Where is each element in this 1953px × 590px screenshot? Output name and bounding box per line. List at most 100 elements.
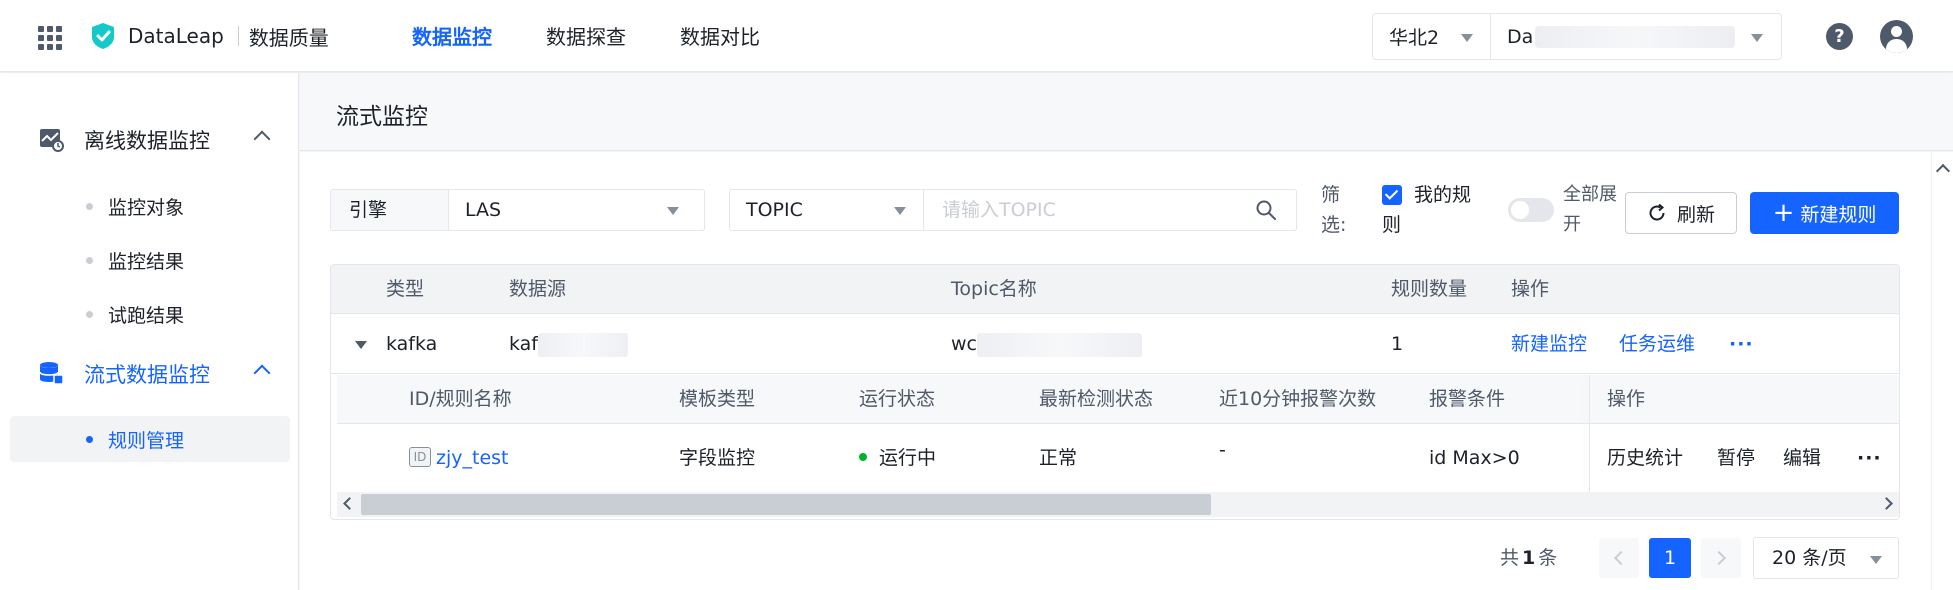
my-rules-checkbox[interactable] xyxy=(1382,185,1402,205)
sidebar-item-monitor-results[interactable]: 监控结果 xyxy=(10,237,290,283)
next-page-button[interactable] xyxy=(1701,538,1741,578)
col-run-status: 运行状态 xyxy=(859,388,936,410)
row-expand-icon[interactable] xyxy=(355,341,367,349)
refresh-icon xyxy=(1649,203,1665,221)
sidebar-group-label: 流式数据监控 xyxy=(84,363,210,387)
sidebar-group-stream[interactable]: 流式数据监控 xyxy=(0,353,299,393)
id-badge-icon: ID xyxy=(409,447,431,467)
col-type: 类型 xyxy=(386,278,425,300)
collapse-chevron-icon[interactable] xyxy=(253,364,271,382)
col-rule-name: ID/规则名称 xyxy=(409,388,512,410)
brand: DataLeap 数据质量 xyxy=(128,22,329,50)
total-value: 1 xyxy=(1522,547,1536,569)
refresh-button[interactable]: 刷新 xyxy=(1625,192,1737,234)
page-size-value: 20 条/页 xyxy=(1772,547,1847,569)
topic-type-value: TOPIC xyxy=(746,199,803,221)
page-size-caret-icon xyxy=(1870,556,1882,564)
scroll-up-icon[interactable] xyxy=(1935,163,1951,179)
new-monitor-link[interactable]: 新建监控 xyxy=(1511,314,1587,374)
topic-redacted xyxy=(977,332,1142,357)
row-rule-count: 1 xyxy=(1391,333,1404,355)
top-nav: 数据监控 数据探查 数据对比 xyxy=(412,0,814,72)
project-name-redacted xyxy=(1535,25,1736,48)
dataleap-logo-icon xyxy=(92,23,114,49)
prev-page-button[interactable] xyxy=(1599,538,1639,578)
sidebar-group-label: 离线数据监控 xyxy=(84,129,210,153)
task-ops-link[interactable]: 任务运维 xyxy=(1619,314,1695,374)
project-caret-icon xyxy=(1751,34,1763,42)
help-icon[interactable]: ? xyxy=(1826,23,1853,50)
search-icon[interactable] xyxy=(1256,200,1276,220)
topic-search-group: TOPIC xyxy=(729,189,1297,231)
rule-name-link[interactable]: zjy_test xyxy=(436,447,508,469)
engine-label: 引擎 xyxy=(331,190,449,230)
col-topic: Topic名称 xyxy=(951,278,1037,300)
app-grid-icon[interactable] xyxy=(38,26,62,50)
scrollbar-thumb[interactable] xyxy=(361,494,1211,515)
plus-icon: + xyxy=(1772,198,1795,228)
current-page-button[interactable]: 1 xyxy=(1649,538,1691,578)
sidebar-item-label: 监控结果 xyxy=(108,250,185,273)
vertical-scrollbar[interactable] xyxy=(1931,152,1953,590)
collapse-chevron-icon[interactable] xyxy=(253,130,271,148)
col-template: 模板类型 xyxy=(679,388,756,410)
topic-prefix: wc xyxy=(951,333,977,355)
horizontal-scrollbar[interactable] xyxy=(337,492,1899,517)
sidebar-item-trial-results[interactable]: 试跑结果 xyxy=(10,291,290,337)
nav-data-explore[interactable]: 数据探查 xyxy=(546,0,626,72)
user-avatar[interactable] xyxy=(1880,20,1913,53)
new-rule-label: 新建规则 xyxy=(1800,203,1877,226)
rule-name-cell: ID zjy_test xyxy=(409,424,508,492)
row-type: kafka xyxy=(386,333,438,355)
nav-data-compare[interactable]: 数据对比 xyxy=(680,0,760,72)
topic-search-input[interactable] xyxy=(924,190,1296,230)
project-value: Da xyxy=(1507,25,1534,48)
rule-condition: id Max>0 xyxy=(1429,447,1520,469)
page-title-bar: 流式监控 xyxy=(300,73,1953,151)
pause-link[interactable]: 暂停 xyxy=(1717,424,1755,492)
col-rule-count: 规则数量 xyxy=(1391,278,1468,300)
top-header: DataLeap 数据质量 数据监控 数据探查 数据对比 华北2 Da ? xyxy=(0,0,1953,72)
region-select[interactable]: 华北2 xyxy=(1373,14,1491,59)
rule-check-status[interactable]: 正常 xyxy=(1039,424,1077,492)
bullet-icon xyxy=(86,203,93,210)
engine-select[interactable]: LAS xyxy=(449,190,704,230)
offline-monitor-icon xyxy=(40,129,64,152)
rule-row: ID zjy_test 字段监控 运行中 正常 - id Max>0 历史统计 暂… xyxy=(337,424,1899,492)
brand-name: DataLeap xyxy=(128,24,224,48)
col-actions: 操作 xyxy=(1511,278,1550,300)
expand-all-label: 全部展开 xyxy=(1563,184,1617,235)
sidebar-group-offline[interactable]: 离线数据监控 xyxy=(0,119,299,159)
project-select[interactable]: Da xyxy=(1491,14,1781,59)
sidebar-item-rule-management[interactable]: 规则管理 xyxy=(10,416,290,462)
scroll-right-icon[interactable] xyxy=(1880,497,1893,510)
expand-all-switch[interactable] xyxy=(1508,198,1554,222)
new-rule-button[interactable]: + 新建规则 xyxy=(1750,192,1899,234)
col-source: 数据源 xyxy=(509,278,567,300)
engine-caret-icon xyxy=(667,207,679,215)
col-check-status: 最新检测状态 xyxy=(1039,388,1154,410)
source-redacted xyxy=(538,332,629,357)
page-title: 流式监控 xyxy=(336,104,428,130)
engine-select-group: 引擎 LAS xyxy=(330,189,705,231)
col-alarm-count: 近10分钟报警次数 xyxy=(1219,388,1377,410)
edit-link[interactable]: 编辑 xyxy=(1783,424,1821,492)
topic-type-caret-icon xyxy=(894,207,906,215)
col-rule-actions: 操作 xyxy=(1607,388,1646,410)
nav-data-monitor[interactable]: 数据监控 xyxy=(412,0,492,72)
brand-divider xyxy=(237,26,239,46)
rules-subtable: ID/规则名称 模板类型 运行状态 最新检测状态 近10分钟报警次数 报警条件 … xyxy=(337,375,1899,519)
sidebar-item-label: 规则管理 xyxy=(108,429,185,452)
rule-more-icon[interactable]: ··· xyxy=(1857,424,1882,492)
scroll-left-icon[interactable] xyxy=(343,497,356,510)
row-source: kaf xyxy=(509,314,629,374)
topic-table: 类型 数据源 Topic名称 规则数量 操作 kafka kaf wc 1 新建… xyxy=(330,264,1900,520)
fixed-column-divider xyxy=(1589,375,1590,492)
engine-value: LAS xyxy=(465,199,502,221)
history-stats-link[interactable]: 历史统计 xyxy=(1607,424,1683,492)
row-more-icon[interactable]: ··· xyxy=(1729,314,1754,374)
sidebar-item-monitor-objects[interactable]: 监控对象 xyxy=(10,183,290,229)
table-row: kafka kaf wc 1 新建监控 任务运维 ··· xyxy=(331,314,1899,374)
page-size-select[interactable]: 20 条/页 xyxy=(1753,537,1899,579)
topic-type-select[interactable]: TOPIC xyxy=(730,190,924,230)
